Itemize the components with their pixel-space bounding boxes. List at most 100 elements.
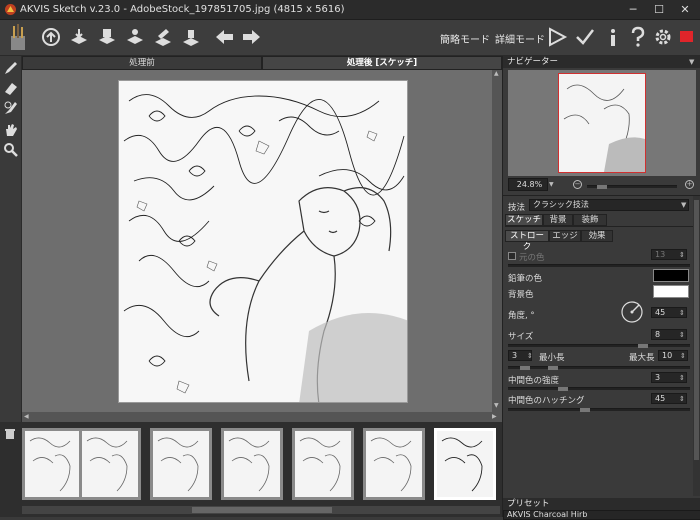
spin-icon[interactable]: ⇕: [680, 352, 686, 360]
spin-icon[interactable]: ⇕: [527, 352, 533, 360]
filmstrip-thumb[interactable]: [292, 428, 354, 500]
info-icon[interactable]: [602, 26, 624, 48]
angle-dial-icon[interactable]: [621, 301, 643, 323]
tab-edges[interactable]: エッジ: [549, 230, 581, 242]
navigator-view-frame[interactable]: [558, 73, 646, 173]
minimize-button[interactable]: ─: [622, 2, 644, 18]
spin-icon[interactable]: ⇕: [679, 395, 685, 403]
midtone-hatching-knob[interactable]: [580, 408, 590, 412]
filmstrip-thumb[interactable]: [363, 428, 425, 500]
navigator-header: ナビゲーター: [503, 56, 700, 68]
spin-icon[interactable]: ⇕: [679, 374, 685, 382]
vertical-scrollbar[interactable]: ▲ ▼: [492, 70, 502, 412]
zoom-in-icon[interactable]: +: [685, 180, 694, 189]
share-icon[interactable]: [124, 26, 146, 48]
technique-label: 技法: [508, 203, 526, 213]
batch-icon[interactable]: [152, 26, 174, 48]
original-color-checkbox[interactable]: [508, 252, 516, 260]
feedback-icon[interactable]: [678, 29, 696, 45]
apply-check-icon[interactable]: [574, 26, 596, 48]
pencil-tool-icon[interactable]: [3, 60, 19, 76]
technique-dropdown-icon[interactable]: ▼: [681, 201, 686, 209]
collapse-icon[interactable]: ▼: [689, 58, 694, 66]
brush-jar-logo-icon: [6, 24, 30, 52]
express-mode-button[interactable]: 簡略モード: [440, 31, 490, 46]
undo-arrow-icon[interactable]: [214, 26, 236, 48]
close-button[interactable]: ✕: [674, 2, 696, 18]
save-file-icon[interactable]: [68, 26, 90, 48]
settings-panel: ナビゲーター ▼ 24.8% ▼ − + 技法 クラシック技法 ▼ スケッチ 背…: [502, 56, 700, 520]
open-file-icon[interactable]: [40, 26, 62, 48]
view-tabs: 処理前 処理後 [スケッチ]: [22, 56, 502, 70]
filmstrip-thumb-selected[interactable]: [434, 428, 496, 500]
tab-effects[interactable]: 効果: [581, 230, 613, 242]
help-icon[interactable]: [627, 26, 649, 48]
zoom-tool-icon[interactable]: [3, 142, 19, 158]
filmstrip-thumb[interactable]: [22, 428, 84, 500]
filmstrip-thumb[interactable]: [221, 428, 283, 500]
tab-decoration[interactable]: 装飾: [573, 214, 607, 226]
midtone-hatching-label: 中間色のハッチング: [508, 396, 585, 406]
filmstrip-scrollbar[interactable]: [22, 506, 500, 514]
filmstrip-scroll-thumb[interactable]: [192, 507, 332, 513]
zoom-slider-knob[interactable]: [597, 185, 607, 189]
spin-icon[interactable]: ⇕: [679, 331, 685, 339]
midtone-intensity-label: 中間色の強度: [508, 376, 560, 386]
sketch-image: [118, 80, 408, 403]
advanced-mode-button[interactable]: 詳細モード: [495, 31, 545, 46]
tab-before[interactable]: 処理前: [22, 56, 262, 70]
pencil-color-swatch[interactable]: [653, 269, 689, 282]
hand-tool-icon[interactable]: [3, 122, 19, 138]
app-icon: [4, 3, 17, 16]
filmstrip-thumb[interactable]: [150, 428, 212, 500]
length-min-knob[interactable]: [520, 366, 530, 370]
original-color-slider[interactable]: [508, 264, 690, 267]
settings-gear-icon[interactable]: [652, 26, 674, 48]
scroll-right-icon[interactable]: ▶: [492, 413, 497, 420]
tab-sketch[interactable]: スケッチ: [505, 214, 543, 226]
trash-icon[interactable]: [4, 428, 16, 440]
main-toolbar: 簡略モード 詳細モード: [0, 20, 700, 56]
title-bar: AKVIS Sketch v.23.0 - AdobeStock_1978517…: [0, 0, 700, 20]
midtone-intensity-slider[interactable]: [508, 387, 690, 391]
midtone-intensity-knob[interactable]: [558, 387, 568, 391]
zoom-field[interactable]: 24.8%: [508, 178, 548, 191]
original-color-label: 元の色: [519, 253, 545, 263]
panel-scroll-thumb[interactable]: [694, 200, 699, 460]
divider: [505, 226, 693, 227]
tab-after[interactable]: 処理後 [スケッチ]: [262, 56, 502, 70]
spin-icon[interactable]: ⇕: [679, 309, 685, 317]
zoom-dropdown-icon[interactable]: ▼: [549, 178, 559, 191]
bg-color-swatch[interactable]: [653, 285, 689, 298]
min-length-label: 最小長: [539, 353, 565, 363]
filmstrip: [0, 422, 502, 517]
filmstrip-thumb[interactable]: [79, 428, 141, 500]
print-icon[interactable]: [96, 26, 118, 48]
horizontal-scrollbar[interactable]: ◀ ▶: [22, 412, 502, 422]
size-slider-knob[interactable]: [638, 344, 648, 348]
navigator-preview[interactable]: [508, 70, 696, 176]
preset-select[interactable]: AKVIS Charcoal Hirb: [503, 510, 700, 520]
technique-select[interactable]: クラシック技法: [529, 199, 689, 211]
redo-arrow-icon[interactable]: [240, 26, 262, 48]
size-label: サイズ: [508, 332, 534, 342]
scroll-down-icon[interactable]: ▼: [494, 402, 500, 410]
tab-stroke[interactable]: ストローク: [505, 230, 549, 252]
tools-panel: [0, 56, 22, 426]
scroll-left-icon[interactable]: ◀: [24, 413, 29, 420]
zoom-slider[interactable]: [587, 185, 677, 189]
maximize-button[interactable]: ☐: [648, 2, 670, 18]
size-slider[interactable]: [508, 344, 690, 348]
plugin-icon[interactable]: [180, 26, 202, 48]
length-range-slider[interactable]: [508, 366, 690, 370]
midtone-hatching-slider[interactable]: [508, 408, 690, 412]
eraser-tool-icon[interactable]: [3, 80, 19, 96]
history-brush-icon[interactable]: [3, 100, 19, 116]
length-max-knob[interactable]: [548, 366, 558, 370]
zoom-out-icon[interactable]: −: [573, 180, 582, 189]
tab-background[interactable]: 背景: [543, 214, 573, 226]
panel-scrollbar[interactable]: [693, 196, 700, 496]
run-play-icon[interactable]: [546, 26, 568, 48]
scroll-up-icon[interactable]: ▲: [494, 70, 500, 78]
spin-icon[interactable]: ⇕: [679, 251, 685, 259]
